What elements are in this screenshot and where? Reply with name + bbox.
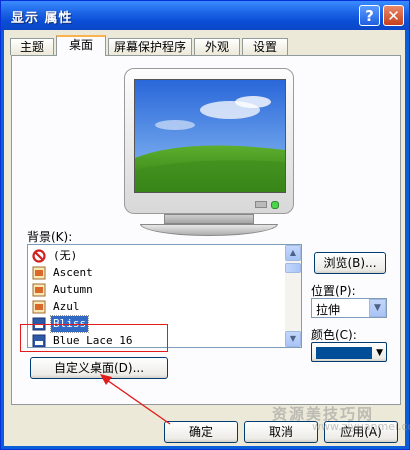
watermark: 资源美技巧网 www.ziyuanmei.com [272,405,410,433]
annotation-arrow-icon [100,374,171,425]
